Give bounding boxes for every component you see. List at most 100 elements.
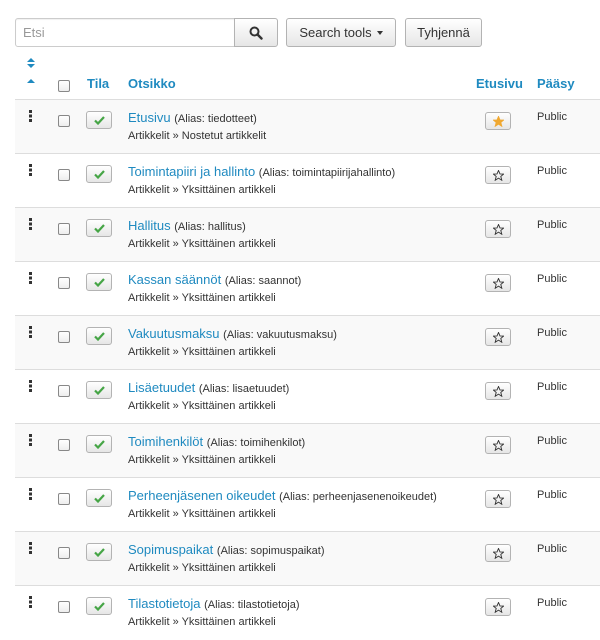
- access-level: Public: [537, 165, 567, 177]
- article-category: Artikkelit » Yksittäinen artikkeli: [128, 562, 276, 574]
- title-line: Tilastotietoja (Alias: tilastotietoja): [128, 596, 300, 611]
- article-title-link[interactable]: Kassan säännöt: [128, 272, 221, 287]
- sort-icon[interactable]: [25, 58, 37, 88]
- publish-toggle-button[interactable]: [86, 597, 112, 615]
- article-title-link[interactable]: Perheenjäsenen oikeudet: [128, 488, 275, 503]
- drag-handle-icon[interactable]: [29, 542, 33, 554]
- drag-handle-icon[interactable]: [29, 596, 33, 608]
- featured-toggle-button[interactable]: [485, 220, 511, 238]
- star-icon: [492, 493, 504, 505]
- article-title-link[interactable]: Toimihenkilöt: [128, 434, 203, 449]
- article-alias: (Alias: tiedotteet): [174, 113, 257, 125]
- search-tools-button[interactable]: Search tools: [286, 18, 396, 47]
- select-all-checkbox[interactable]: [58, 80, 70, 92]
- filter-toolbar: Search tools Tyhjennä: [15, 18, 600, 47]
- drag-handle-icon[interactable]: [29, 218, 33, 230]
- row-checkbox[interactable]: [58, 331, 70, 343]
- drag-handle-icon[interactable]: [29, 164, 33, 176]
- clear-button[interactable]: Tyhjennä: [405, 18, 482, 47]
- publish-toggle-button[interactable]: [86, 543, 112, 561]
- star-icon: [492, 547, 504, 559]
- caret-down-icon: [376, 30, 383, 35]
- drag-handle-icon[interactable]: [29, 488, 33, 500]
- check-icon: [93, 439, 105, 449]
- article-alias: (Alias: hallitus): [174, 221, 246, 233]
- drag-handle-icon[interactable]: [29, 110, 33, 122]
- search-button[interactable]: [234, 18, 278, 47]
- column-header-featured[interactable]: Etusivu: [476, 76, 523, 91]
- publish-toggle-button[interactable]: [86, 111, 112, 129]
- featured-toggle-button[interactable]: [485, 598, 511, 616]
- row-checkbox[interactable]: [58, 385, 70, 397]
- access-level: Public: [537, 543, 567, 555]
- featured-toggle-button[interactable]: [485, 328, 511, 346]
- article-title-link[interactable]: Tilastotietoja: [128, 596, 201, 611]
- drag-handle-icon[interactable]: [29, 326, 33, 338]
- row-checkbox[interactable]: [58, 115, 70, 127]
- publish-toggle-button[interactable]: [86, 435, 112, 453]
- featured-toggle-button[interactable]: [485, 112, 511, 130]
- article-category: Artikkelit » Yksittäinen artikkeli: [128, 292, 276, 304]
- check-icon: [93, 601, 105, 611]
- article-alias: (Alias: tilastotietoja): [204, 599, 300, 611]
- article-title-link[interactable]: Toimintapiiri ja hallinto: [128, 164, 255, 179]
- title-line: Vakuutusmaksu (Alias: vakuutusmaksu): [128, 326, 337, 341]
- search-input[interactable]: [15, 18, 235, 47]
- featured-toggle-button[interactable]: [485, 544, 511, 562]
- access-level: Public: [537, 489, 567, 501]
- publish-toggle-button[interactable]: [86, 165, 112, 183]
- publish-toggle-button[interactable]: [86, 219, 112, 237]
- title-line: Etusivu (Alias: tiedotteet): [128, 110, 257, 125]
- row-checkbox[interactable]: [58, 223, 70, 235]
- publish-toggle-button[interactable]: [86, 489, 112, 507]
- article-alias: (Alias: saannot): [224, 275, 302, 287]
- table-row: Lisäetuudet (Alias: lisaetuudet) Artikke…: [15, 370, 600, 424]
- article-alias: (Alias: sopimuspaikat): [216, 545, 325, 557]
- column-header-status[interactable]: Tila: [87, 76, 109, 91]
- row-checkbox[interactable]: [58, 169, 70, 181]
- featured-toggle-button[interactable]: [485, 490, 511, 508]
- column-header-title[interactable]: Otsikko: [128, 76, 176, 91]
- star-icon: [492, 169, 504, 181]
- row-checkbox[interactable]: [58, 547, 70, 559]
- check-icon: [93, 277, 105, 287]
- article-category: Artikkelit » Yksittäinen artikkeli: [128, 508, 276, 520]
- article-category: Artikkelit » Yksittäinen artikkeli: [128, 454, 276, 466]
- star-icon: [492, 331, 504, 343]
- publish-toggle-button[interactable]: [86, 381, 112, 399]
- star-icon: [492, 601, 504, 613]
- star-icon: [492, 439, 504, 451]
- drag-handle-icon[interactable]: [29, 272, 33, 284]
- article-title-link[interactable]: Sopimuspaikat: [128, 542, 213, 557]
- article-title-link[interactable]: Lisäetuudet: [128, 380, 195, 395]
- article-title-link[interactable]: Hallitus: [128, 218, 171, 233]
- search-icon: [249, 26, 263, 40]
- table-row: Tilastotietoja (Alias: tilastotietoja) A…: [15, 586, 600, 640]
- table-row: Vakuutusmaksu (Alias: vakuutusmaksu) Art…: [15, 316, 600, 370]
- title-line: Toimintapiiri ja hallinto (Alias: toimin…: [128, 164, 395, 179]
- publish-toggle-button[interactable]: [86, 327, 112, 345]
- featured-toggle-button[interactable]: [485, 436, 511, 454]
- star-icon: [492, 223, 504, 235]
- article-list: Etusivu (Alias: tiedotteet) Artikkelit »…: [15, 100, 600, 640]
- title-line: Hallitus (Alias: hallitus): [128, 218, 246, 233]
- star-icon: [492, 115, 504, 127]
- article-category: Artikkelit » Yksittäinen artikkeli: [128, 184, 276, 196]
- column-header-access[interactable]: Pääsy: [537, 76, 575, 91]
- row-checkbox[interactable]: [58, 493, 70, 505]
- featured-toggle-button[interactable]: [485, 382, 511, 400]
- publish-toggle-button[interactable]: [86, 273, 112, 291]
- row-checkbox[interactable]: [58, 439, 70, 451]
- drag-handle-icon[interactable]: [29, 380, 33, 392]
- search-tools-label: Search tools: [299, 25, 372, 40]
- featured-toggle-button[interactable]: [485, 166, 511, 184]
- row-checkbox[interactable]: [58, 601, 70, 613]
- check-icon: [93, 331, 105, 341]
- access-level: Public: [537, 273, 567, 285]
- article-title-link[interactable]: Vakuutusmaksu: [128, 326, 220, 341]
- drag-handle-icon[interactable]: [29, 434, 33, 446]
- article-title-link[interactable]: Etusivu: [128, 110, 171, 125]
- featured-toggle-button[interactable]: [485, 274, 511, 292]
- check-icon: [93, 493, 105, 503]
- row-checkbox[interactable]: [58, 277, 70, 289]
